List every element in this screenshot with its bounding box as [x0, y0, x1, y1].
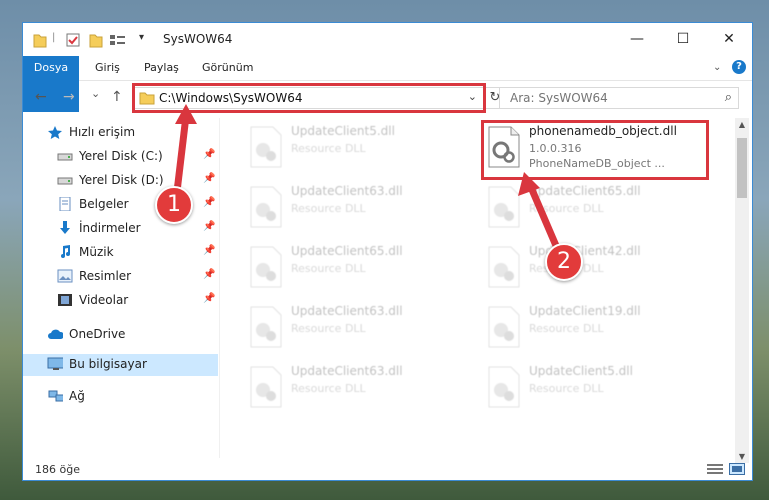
callout-step-2: 2	[545, 243, 583, 281]
callout-step-1: 1	[155, 186, 193, 224]
annotation-arrows	[172, 104, 564, 257]
